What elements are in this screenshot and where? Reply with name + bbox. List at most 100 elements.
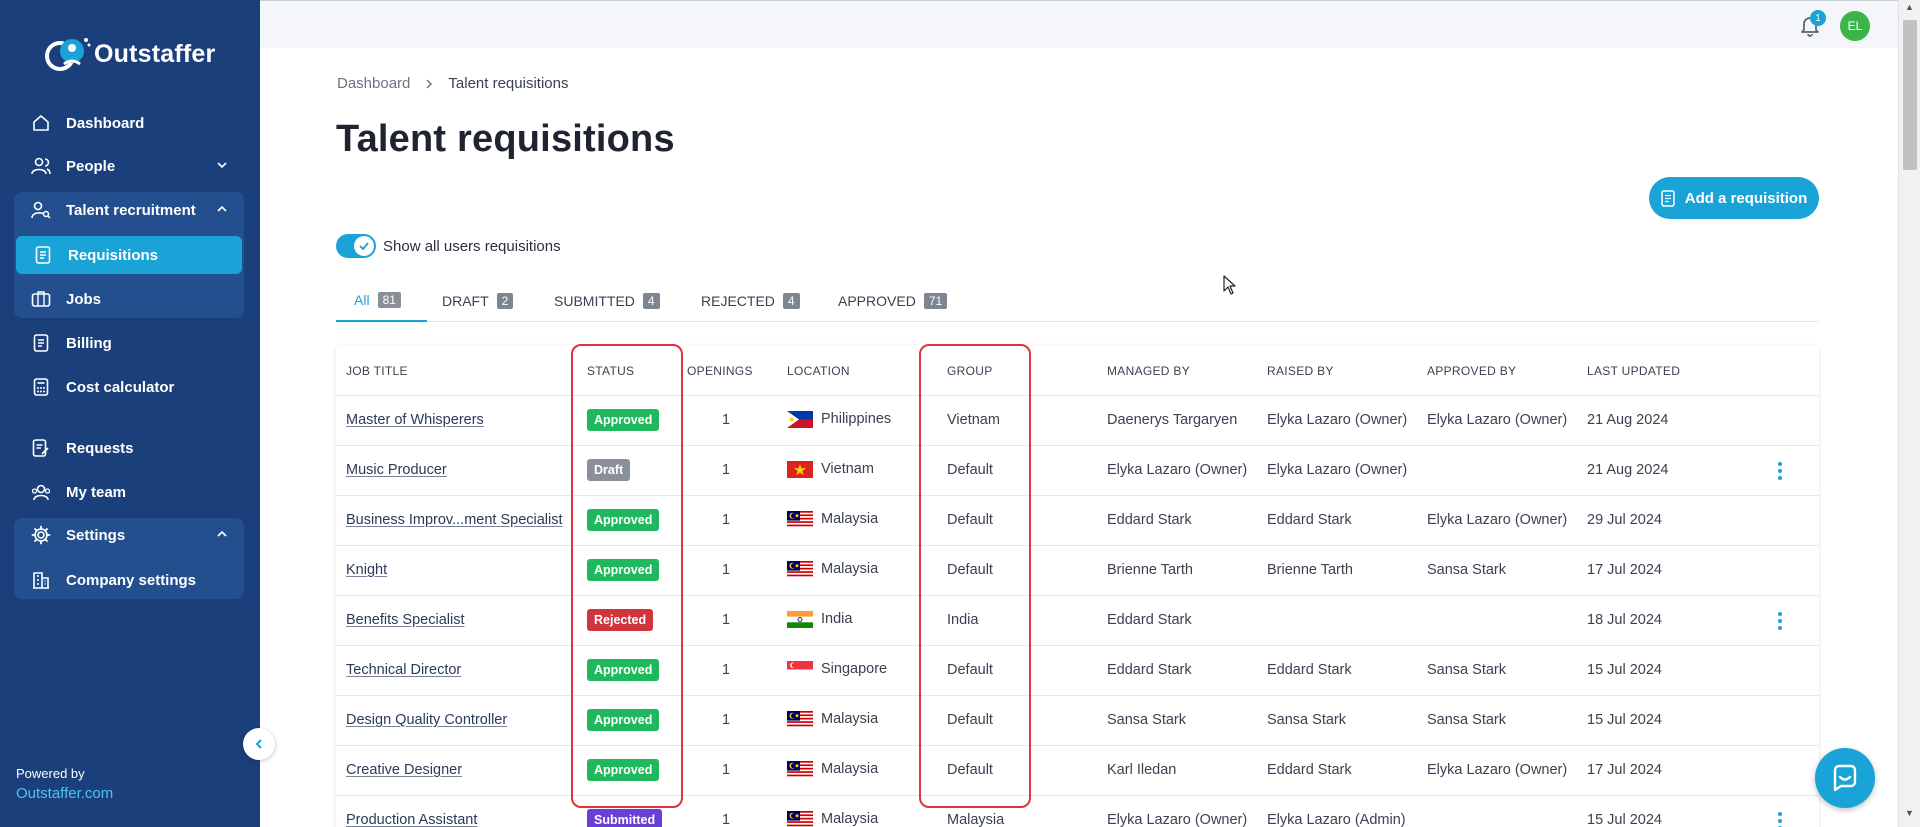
job-title-link[interactable]: Design Quality Controller — [346, 712, 507, 728]
sidebar-item-label: Cost calculator — [66, 378, 175, 396]
group-cell: Default — [947, 462, 993, 478]
tab-rejected[interactable]: REJECTED 4 — [701, 280, 800, 322]
scroll-thumb[interactable] — [1903, 20, 1917, 170]
row-menu-kebab-icon[interactable] — [1778, 812, 1784, 827]
location-cell: Vietnam — [821, 461, 874, 477]
sidebar-item-label: Talent recruitment — [66, 201, 196, 219]
status-badge: Approved — [587, 559, 660, 581]
toggle-knob — [354, 236, 374, 256]
location-cell: Singapore — [821, 661, 888, 677]
table-row[interactable]: Music Producer Draft 1 Vietnam Default Elyka … — [336, 446, 1819, 496]
sidebar-item-requests[interactable]: Requests — [14, 429, 244, 467]
job-title-link[interactable]: Business Improv...ment Specialist — [346, 512, 563, 528]
column-header-approved-by[interactable]: APPROVED BY — [1427, 364, 1516, 378]
column-header-openings[interactable]: OPENINGS — [687, 364, 753, 378]
tab-draft[interactable]: DRAFT 2 — [442, 280, 514, 322]
my-flag-icon — [787, 811, 813, 827]
job-title-link[interactable]: Production Assistant — [346, 812, 477, 827]
last-updated-cell: 17 Jul 2024 — [1587, 562, 1662, 578]
table-row[interactable]: Benefits Specialist Rejected 1 India India Ed… — [336, 596, 1819, 646]
sidebar-item-label: Dashboard — [66, 114, 145, 132]
page-scrollbar[interactable]: ▲ ▼ — [1898, 0, 1920, 827]
row-menu-kebab-icon[interactable] — [1778, 612, 1784, 630]
chevron-down-icon — [217, 162, 227, 169]
requisitions-table: JOB TITLE STATUS OPENINGS LOCATION GROUP… — [336, 345, 1819, 827]
table-row[interactable]: Business Improv...ment Specialist Approve… — [336, 496, 1819, 546]
tab-all[interactable]: All 81 — [336, 280, 427, 322]
managed-by-cell: Elyka Lazaro (Owner) — [1107, 812, 1248, 827]
openings-cell: 1 — [722, 712, 731, 728]
table-row[interactable]: Knight Approved 1 Malaysia Default Brienne Ta… — [336, 546, 1819, 596]
collapse-sidebar-button[interactable] — [243, 728, 275, 760]
sidebar-item-label: Jobs — [66, 290, 102, 308]
column-header-group[interactable]: GROUP — [947, 364, 993, 378]
my-flag-icon — [787, 511, 813, 528]
sidebar-item-talent-recruitment[interactable]: Talent recruitment — [14, 191, 244, 229]
raised-by-cell: Elyka Lazaro (Owner) — [1267, 412, 1408, 428]
document-edit-icon — [30, 437, 52, 459]
status-badge: Approved — [587, 659, 660, 681]
tab-count: 81 — [377, 292, 401, 308]
column-header-raised-by[interactable]: RAISED BY — [1267, 364, 1334, 378]
approved-by-cell: Sansa Stark — [1427, 712, 1506, 728]
tab-approved[interactable]: APPROVED 71 — [838, 280, 948, 322]
table-row[interactable]: Production Assistant Submitted 1 Malaysia Ma… — [336, 796, 1819, 827]
approved-by-cell: Elyka Lazaro (Owner) — [1427, 512, 1568, 528]
raised-by-cell: Eddard Stark — [1267, 762, 1352, 778]
approved-by-cell: Sansa Stark — [1427, 662, 1506, 678]
job-title-link[interactable]: Music Producer — [346, 462, 447, 478]
show-all-users-toggle[interactable] — [336, 234, 376, 258]
last-updated-cell: 21 Aug 2024 — [1587, 462, 1669, 478]
help-chat-button[interactable] — [1815, 748, 1875, 808]
column-header-location[interactable]: LOCATION — [787, 364, 850, 378]
job-title-link[interactable]: Technical Director — [346, 662, 461, 678]
sidebar-item-requisitions[interactable]: Requisitions — [16, 236, 242, 274]
scroll-down-arrow-icon[interactable]: ▼ — [1905, 808, 1914, 818]
sidebar-item-cost-calculator[interactable]: Cost calculator — [14, 368, 244, 406]
table-row[interactable]: Creative Designer Approved 1 Malaysia Defaul… — [336, 746, 1819, 796]
row-menu-kebab-icon[interactable] — [1778, 462, 1784, 480]
avatar[interactable]: EL — [1840, 11, 1870, 41]
notification-count-badge: 1 — [1810, 10, 1826, 26]
vn-flag-icon — [787, 461, 813, 478]
sidebar-item-company-settings[interactable]: Company settings — [14, 561, 244, 599]
table-header: JOB TITLE STATUS OPENINGS LOCATION GROUP… — [336, 345, 1819, 396]
breadcrumb-dashboard-link[interactable]: Dashboard — [337, 75, 410, 92]
add-requisition-button[interactable]: Add a requisition — [1649, 177, 1819, 219]
sidebar-item-my-team[interactable]: My team — [14, 473, 244, 511]
group-cell: Default — [947, 762, 993, 778]
status-badge: Approved — [587, 759, 660, 781]
job-title-link[interactable]: Master of Whisperers — [346, 412, 484, 428]
sidebar-item-label: Company settings — [66, 571, 197, 589]
column-header-status[interactable]: STATUS — [587, 364, 634, 378]
briefcase-icon — [30, 288, 52, 310]
in-flag-icon — [787, 611, 813, 628]
sidebar-item-dashboard[interactable]: Dashboard — [14, 104, 244, 142]
job-title-link[interactable]: Knight — [346, 562, 387, 578]
job-title-link[interactable]: Creative Designer — [346, 762, 462, 778]
last-updated-cell: 15 Jul 2024 — [1587, 712, 1662, 728]
column-header-job-title[interactable]: JOB TITLE — [346, 364, 408, 378]
column-header-managed-by[interactable]: MANAGED BY — [1107, 364, 1190, 378]
powered-by-link[interactable]: Outstaffer.com — [16, 785, 113, 802]
sidebar-item-people[interactable]: People — [14, 147, 244, 185]
chevron-right-icon — [426, 79, 433, 88]
sidebar-item-jobs[interactable]: Jobs — [14, 280, 244, 318]
table-row[interactable]: Master of Whisperers Approved 1 Philippines… — [336, 396, 1819, 446]
table-row[interactable]: Design Quality Controller Approved 1 Malays… — [336, 696, 1819, 746]
tab-submitted[interactable]: SUBMITTED 4 — [554, 280, 660, 322]
top-bar — [260, 0, 1898, 48]
location-cell: Malaysia — [821, 811, 879, 827]
logo[interactable]: Outstaffer — [42, 34, 215, 74]
sidebar-item-billing[interactable]: Billing — [14, 324, 244, 362]
raised-by-cell: Elyka Lazaro (Admin) — [1267, 812, 1406, 827]
scroll-up-arrow-icon[interactable]: ▲ — [1905, 2, 1914, 12]
home-icon — [30, 112, 52, 134]
sidebar-item-settings[interactable]: Settings — [14, 516, 244, 554]
status-badge: Approved — [587, 409, 660, 431]
column-header-last-updated[interactable]: LAST UPDATED — [1587, 364, 1680, 378]
tab-label: All — [354, 292, 370, 308]
managed-by-cell: Eddard Stark — [1107, 612, 1192, 628]
job-title-link[interactable]: Benefits Specialist — [346, 612, 464, 628]
table-row[interactable]: Technical Director Approved 1 Singapore Defa… — [336, 646, 1819, 696]
